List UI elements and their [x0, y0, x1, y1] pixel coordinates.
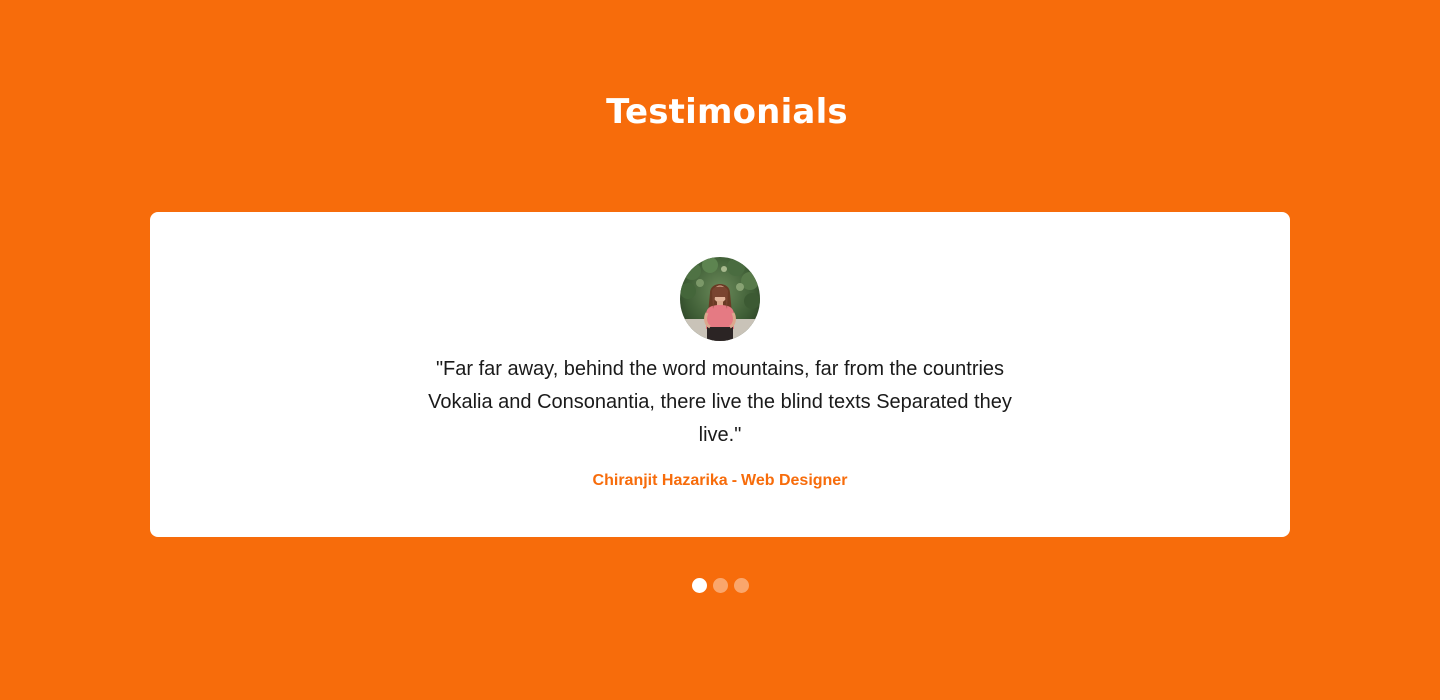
carousel-dot-1[interactable]: [692, 578, 707, 593]
avatar: [680, 257, 760, 341]
person-photo-icon: [680, 257, 760, 341]
testimonial-quote: "Far far away, behind the word mountains…: [428, 358, 1012, 446]
carousel-dot-2[interactable]: [713, 578, 728, 593]
author-role: Web Designer: [741, 472, 848, 489]
carousel-dots: [692, 578, 749, 593]
author-name: Chiranjit Hazarika: [592, 472, 728, 489]
testimonial-card: "Far far away, behind the word mountains…: [150, 212, 1290, 537]
testimonial-author: Chiranjit Hazarika - Web Designer: [150, 471, 1290, 491]
carousel-dot-3[interactable]: [734, 578, 749, 593]
author-separator: -: [731, 472, 738, 489]
section-title: Testimonials: [606, 92, 848, 132]
